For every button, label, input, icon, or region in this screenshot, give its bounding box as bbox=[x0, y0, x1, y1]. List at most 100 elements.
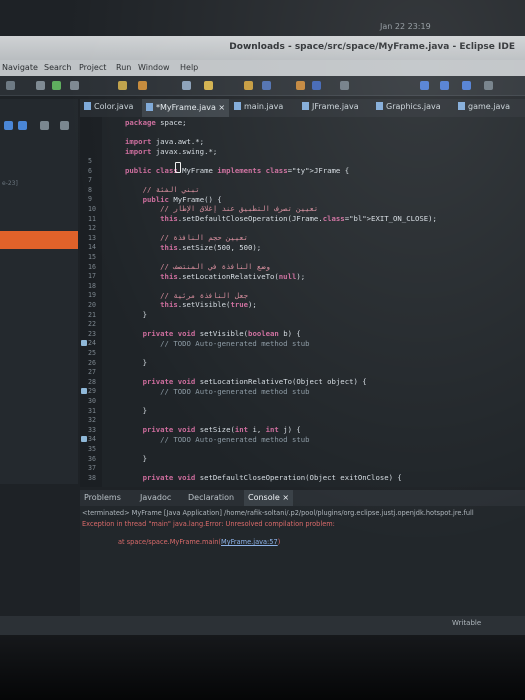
tab-problems[interactable]: Problems bbox=[84, 493, 121, 502]
package-tree-label[interactable]: e-23] bbox=[2, 180, 18, 187]
next-annotation-icon[interactable] bbox=[340, 81, 349, 90]
line-number: 11 bbox=[88, 214, 96, 223]
line-number: 16 bbox=[88, 262, 96, 271]
tab-console[interactable]: Console × bbox=[244, 490, 294, 506]
menu-help[interactable]: Help bbox=[180, 63, 198, 72]
code-line: } bbox=[125, 406, 147, 415]
close-icon[interactable]: × bbox=[218, 103, 225, 112]
tab-color-java[interactable]: Color.java bbox=[84, 102, 133, 111]
monitor-bezel bbox=[0, 635, 525, 700]
code-line: } bbox=[125, 310, 147, 319]
back-arrow-icon[interactable] bbox=[420, 81, 429, 90]
code-line: this.setLocationRelativeTo(null); bbox=[160, 271, 306, 281]
menu-run[interactable]: Run bbox=[116, 63, 131, 72]
view-menu-icon[interactable] bbox=[60, 121, 69, 130]
stacktrace-link[interactable]: MyFrame.java:57 bbox=[221, 538, 278, 546]
java-file-icon bbox=[146, 103, 153, 111]
line-number: 32 bbox=[88, 416, 96, 425]
code-line: // وضع النافذة في المنتصف bbox=[160, 262, 270, 271]
code-line: private void setVisible(boolean b) { bbox=[142, 329, 301, 339]
console-stack-line: at space/space.MyFrame.main(MyFrame.java… bbox=[118, 538, 281, 546]
code-line: package space; bbox=[125, 118, 187, 127]
tab-javadoc[interactable]: Javadoc bbox=[140, 493, 171, 502]
line-number: 35 bbox=[88, 444, 96, 453]
code-line: this.setDefaultCloseOperation(JFrame.cla… bbox=[160, 214, 437, 223]
task-marker-icon[interactable] bbox=[81, 435, 87, 442]
line-number: 18 bbox=[88, 281, 96, 290]
new-icon[interactable] bbox=[6, 81, 15, 90]
code-line: // جعل النافذة مرئية bbox=[160, 290, 249, 300]
line-number: 20 bbox=[88, 300, 96, 309]
console-output[interactable]: <terminated> MyFrame [Java Application] … bbox=[80, 506, 525, 616]
line-number: 10 bbox=[88, 204, 96, 213]
menu-navigate[interactable]: Navigate bbox=[2, 63, 38, 72]
external-tools-icon[interactable] bbox=[70, 81, 79, 90]
forward-arrow-icon[interactable] bbox=[440, 81, 449, 90]
code-line: // TODO Auto-generated method stub bbox=[160, 434, 310, 444]
link-editor-icon[interactable] bbox=[18, 121, 27, 130]
search-icon[interactable] bbox=[182, 81, 191, 90]
writable-status: Writable bbox=[452, 619, 482, 627]
console-terminated-line: <terminated> MyFrame [Java Application] … bbox=[82, 509, 474, 517]
filter-icon[interactable] bbox=[40, 121, 49, 130]
code-line: this.setSize(500, 500); bbox=[160, 242, 262, 252]
menu-search[interactable]: Search bbox=[44, 63, 71, 72]
annotation-icon[interactable] bbox=[204, 81, 213, 90]
show-whitespace-icon[interactable] bbox=[312, 81, 321, 90]
code-line: // تبني الفئة bbox=[142, 185, 200, 195]
task-marker-icon[interactable] bbox=[81, 387, 87, 394]
tab-game-java[interactable]: game.java bbox=[458, 102, 510, 111]
code-line: import java.awt.*; bbox=[125, 137, 205, 147]
line-number: 17 bbox=[88, 272, 96, 281]
toggle-mark-icon[interactable] bbox=[262, 81, 271, 90]
code-line: // TODO Auto-generated method stub bbox=[160, 338, 310, 348]
screen: Jan 22 23:19 Downloads - space/src/space… bbox=[0, 0, 525, 635]
java-file-icon bbox=[84, 102, 91, 110]
line-number: 9 bbox=[88, 195, 92, 204]
pen-icon[interactable] bbox=[244, 81, 253, 90]
block-selection-icon[interactable] bbox=[296, 81, 305, 90]
close-icon[interactable]: × bbox=[282, 493, 289, 502]
run-icon[interactable] bbox=[52, 81, 61, 90]
line-number: 21 bbox=[88, 310, 96, 319]
collapse-all-icon[interactable] bbox=[4, 121, 13, 130]
tab-jframe-java[interactable]: JFrame.java bbox=[302, 102, 359, 111]
line-number: 26 bbox=[88, 358, 96, 367]
line-number: 7 bbox=[88, 176, 92, 185]
line-number: 6 bbox=[88, 166, 92, 175]
java-file-icon bbox=[234, 102, 241, 110]
code-line: // TODO Auto-generated method stub bbox=[160, 386, 310, 396]
code-line: this.setVisible(true); bbox=[160, 300, 257, 310]
line-number: 14 bbox=[88, 243, 96, 252]
code-line: // تعيين حجم النافذة bbox=[160, 233, 249, 243]
menu-project[interactable]: Project bbox=[79, 63, 106, 72]
line-number: 34 bbox=[88, 435, 96, 444]
line-number: 36 bbox=[88, 454, 96, 463]
mouse-cursor-icon bbox=[175, 162, 181, 173]
open-type-icon[interactable] bbox=[138, 81, 147, 90]
code-line: } bbox=[125, 454, 147, 463]
pin-editor-icon[interactable] bbox=[484, 81, 493, 90]
debug-icon[interactable] bbox=[36, 81, 45, 90]
tab-main-java[interactable]: main.java bbox=[234, 102, 283, 111]
tab-graphics-java[interactable]: Graphics.java bbox=[376, 102, 441, 111]
last-edit-icon[interactable] bbox=[462, 81, 471, 90]
tab-myframe-java[interactable]: *MyFrame.java × bbox=[142, 99, 230, 117]
code-line: private void setSize(int i, int j) { bbox=[142, 425, 301, 435]
new-java-class-icon[interactable] bbox=[118, 81, 127, 90]
menu-window[interactable]: Window bbox=[138, 63, 170, 72]
code-line: public MyFrame() { bbox=[142, 194, 222, 204]
editor-tabs: Color.java *MyFrame.java × main.java JFr… bbox=[80, 99, 525, 117]
window-titlebar: Downloads - space/src/space/MyFrame.java… bbox=[0, 36, 525, 60]
console-error-line: Exception in thread "main" java.lang.Err… bbox=[82, 520, 335, 528]
task-marker-icon[interactable] bbox=[81, 339, 87, 346]
line-number: 37 bbox=[88, 464, 96, 473]
line-number: 31 bbox=[88, 406, 96, 415]
line-number: 13 bbox=[88, 233, 96, 242]
package-explorer: e-23] bbox=[0, 99, 78, 484]
tab-declaration[interactable]: Declaration bbox=[188, 493, 234, 502]
line-number: 28 bbox=[88, 377, 96, 386]
window-title: Downloads - space/src/space/MyFrame.java… bbox=[229, 42, 515, 52]
selected-tree-item[interactable] bbox=[0, 231, 78, 249]
code-editor[interactable]: package space; import java.awt.*; import j… bbox=[80, 117, 525, 487]
